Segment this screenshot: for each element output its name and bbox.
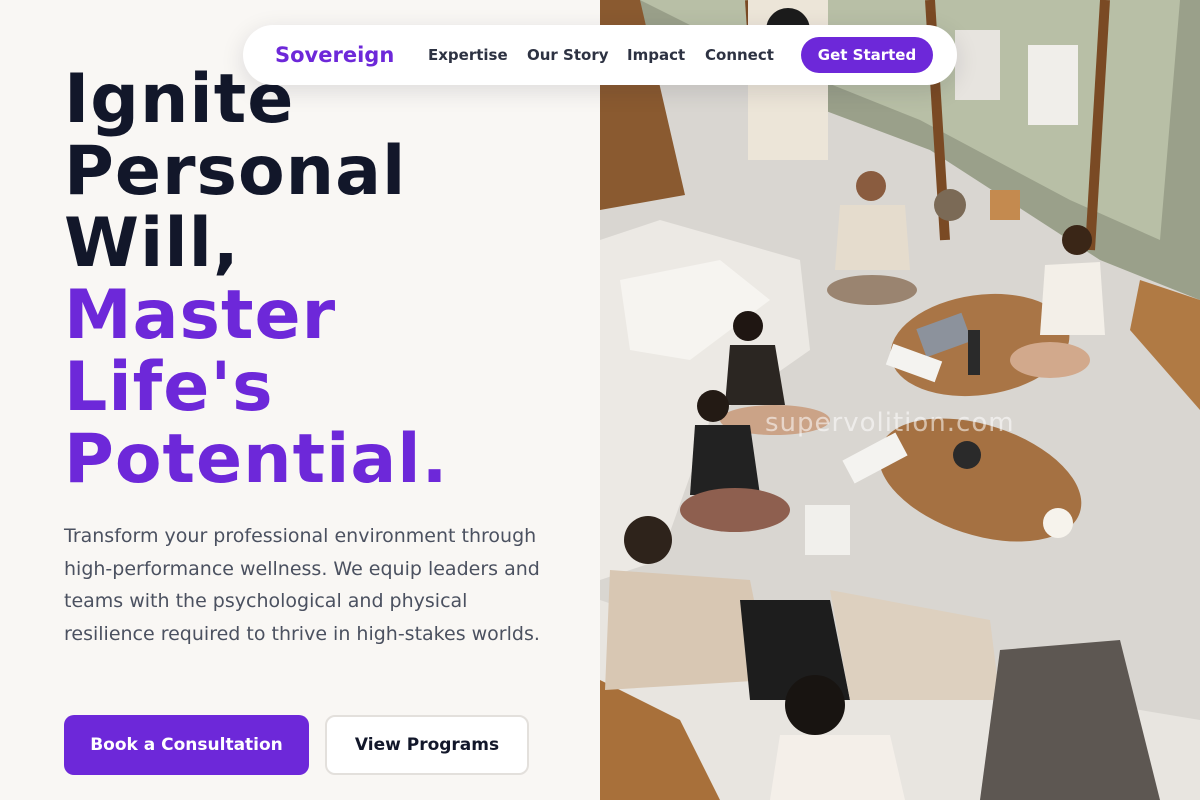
landing-page: Ignite Personal Will, Master Life's Pote… <box>0 0 1200 800</box>
nav-link-our-story[interactable]: Our Story <box>527 25 609 85</box>
hero-headline: Ignite Personal Will, Master Life's Pote… <box>64 64 448 496</box>
book-consultation-button[interactable]: Book a Consultation <box>64 715 309 775</box>
headline-line: Personal <box>64 132 407 211</box>
hero-description: Transform your professional environment … <box>64 525 540 645</box>
nav-link-impact[interactable]: Impact <box>627 25 685 85</box>
headline-accent-line: Master <box>64 276 337 355</box>
meditation-group-photo <box>600 0 1200 800</box>
headline-line: Will, <box>64 204 240 283</box>
nav-link-connect[interactable]: Connect <box>705 25 774 85</box>
photo-watermark: supervolition.com <box>765 408 1015 438</box>
get-started-button[interactable]: Get Started <box>801 37 933 73</box>
headline-accent-line: Potential. <box>64 420 449 499</box>
top-navigation: Sovereign Expertise Our Story Impact Con… <box>243 25 957 85</box>
view-programs-button[interactable]: View Programs <box>325 715 529 775</box>
nav-link-expertise[interactable]: Expertise <box>428 25 508 85</box>
hero-photo <box>600 0 1200 800</box>
hero-section: Ignite Personal Will, Master Life's Pote… <box>0 0 600 800</box>
brand-logo[interactable]: Sovereign <box>275 25 394 85</box>
headline-accent-line: Life's <box>64 348 274 427</box>
